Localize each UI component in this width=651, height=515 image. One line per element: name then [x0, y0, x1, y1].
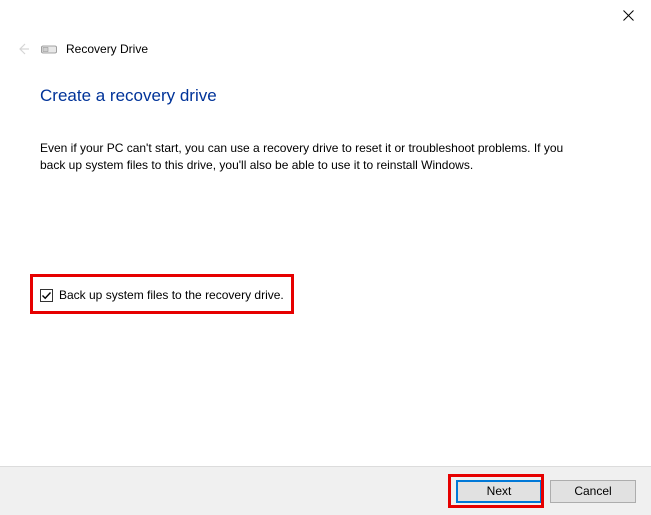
back-arrow-icon — [15, 41, 31, 57]
close-icon — [623, 10, 634, 21]
window-title: Recovery Drive — [66, 42, 148, 56]
close-button[interactable] — [606, 0, 651, 30]
page-heading: Create a recovery drive — [40, 86, 611, 106]
backup-checkbox[interactable]: Back up system files to the recovery dri… — [40, 288, 284, 302]
cancel-button[interactable]: Cancel — [550, 480, 636, 503]
recovery-drive-icon — [41, 44, 57, 55]
checkbox-label: Back up system files to the recovery dri… — [59, 288, 284, 302]
next-button[interactable]: Next — [456, 480, 542, 503]
footer: Next Cancel — [0, 466, 651, 515]
body-text: Even if your PC can't start, you can use… — [40, 140, 585, 175]
back-button — [14, 40, 32, 58]
checkmark-icon — [41, 290, 52, 301]
checkbox-indicator — [40, 289, 53, 302]
